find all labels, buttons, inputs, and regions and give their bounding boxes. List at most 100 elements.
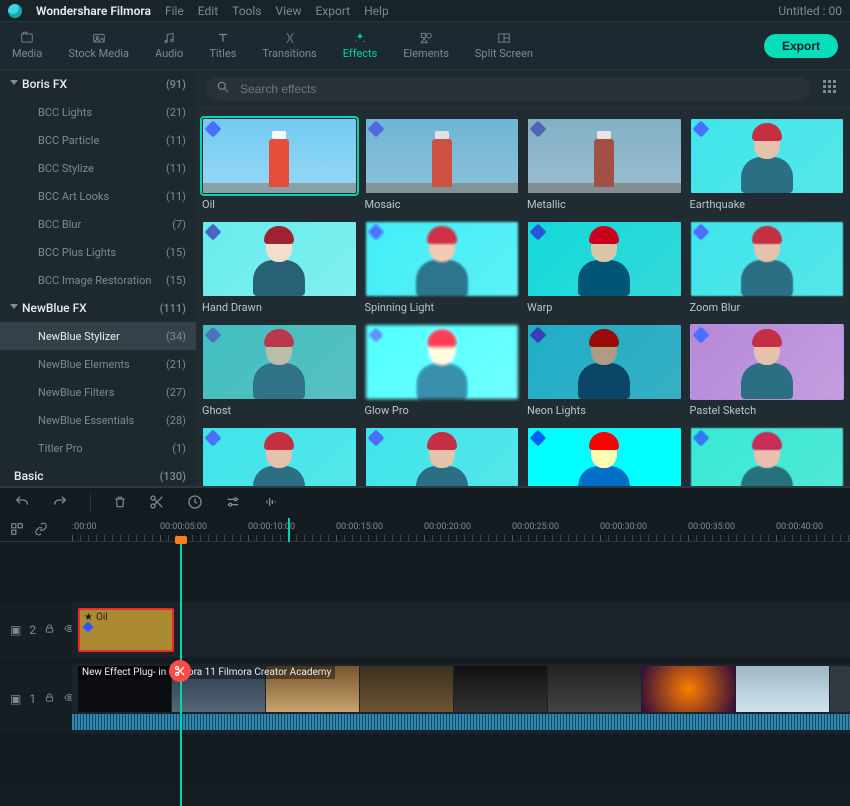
category-count: (91) (166, 78, 186, 91)
split-icon[interactable] (149, 494, 165, 513)
menu-view[interactable]: View (276, 4, 302, 18)
undo-icon[interactable] (14, 494, 30, 513)
sidebar-item-count: (21) (166, 106, 186, 119)
effect-thumbnail (202, 221, 357, 297)
effect-thumbnail (365, 324, 520, 400)
tab-transitions[interactable]: Transitions (262, 31, 316, 60)
effect-card-earthquake[interactable]: Earthquake (690, 118, 845, 211)
sidebar-item-newblue-elements[interactable]: NewBlue Elements(21) (0, 350, 196, 378)
ruler[interactable]: :00:0000:00:05:0000:00:10:0000:00:15:000… (72, 518, 850, 542)
tab-label: Stock Media (68, 47, 129, 60)
divider (90, 494, 91, 512)
lock-icon[interactable] (44, 623, 55, 637)
ruler-left-tools (0, 518, 72, 542)
effect-card-unnamed[interactable] (690, 427, 845, 486)
menu-tools[interactable]: Tools (232, 4, 261, 18)
sidebar-item-newblue-stylizer[interactable]: NewBlue Stylizer(34) (0, 322, 196, 350)
effect-card-warp[interactable]: Warp (527, 221, 682, 314)
effect-card-neon-lights[interactable]: Neon Lights (527, 324, 682, 417)
tab-stock-media[interactable]: Stock Media (68, 31, 129, 60)
menu-export[interactable]: Export (315, 4, 350, 18)
effect-card-spinning-light[interactable]: Spinning Light (365, 221, 520, 314)
speed-icon[interactable] (187, 494, 203, 513)
fx-clip-oil[interactable]: ★Oil (78, 608, 174, 652)
sidebar-item-bcc-particle[interactable]: BCC Particle(11) (0, 126, 196, 154)
sidebar-item-label: BCC Art Looks (38, 190, 109, 203)
delete-icon[interactable] (113, 494, 127, 513)
effect-card-unnamed[interactable] (527, 427, 682, 486)
effect-card-mosaic[interactable]: Mosaic (365, 118, 520, 211)
sidebar-item-titler-pro[interactable]: Titler Pro(1) (0, 434, 196, 462)
playhead-cap-icon[interactable] (175, 536, 187, 544)
tracks-area[interactable]: ➘ ▣ 2 ★Oil ▣ 1 (0, 542, 850, 782)
category-boris-fx[interactable]: Boris FX(91) (0, 70, 196, 98)
effect-card-ghost[interactable]: Ghost (202, 324, 357, 417)
effect-label: Hand Drawn (202, 301, 357, 314)
effect-card-unnamed[interactable] (202, 427, 357, 486)
view-grid-icon[interactable] (820, 77, 840, 100)
sidebar-item-newblue-essentials[interactable]: NewBlue Essentials(28) (0, 406, 196, 434)
effect-card-metallic[interactable]: Metallic (527, 118, 682, 211)
effect-card-unnamed[interactable] (365, 427, 520, 486)
menu-file[interactable]: File (165, 4, 184, 18)
category-label: Basic (14, 469, 44, 483)
track-fx-header[interactable]: ▣ 2 (0, 602, 72, 658)
effect-label: Spinning Light (365, 301, 520, 314)
sidebar-item-label: BCC Plus Lights (38, 246, 116, 259)
category-basic[interactable]: Basic(130) (0, 462, 196, 486)
search-field[interactable] (206, 77, 810, 101)
tab-effects[interactable]: Effects (343, 31, 378, 60)
ruler-tick: 00:00:40:00 (776, 522, 823, 532)
effects-sidebar[interactable]: Boris FX(91)BCC Lights(21)BCC Particle(1… (0, 70, 196, 486)
adjust-icon[interactable] (225, 494, 241, 513)
sidebar-item-bcc-blur[interactable]: BCC Blur(7) (0, 210, 196, 238)
effects-content: Oil Mosaic MetallicEarthquake Hand Drawn Spi… (196, 70, 850, 486)
search-row (196, 70, 850, 108)
sidebar-item-bcc-plus-lights[interactable]: BCC Plus Lights(15) (0, 238, 196, 266)
track-video-type-icon: ▣ (10, 692, 21, 706)
effect-thumbnail (527, 118, 682, 194)
lock-icon[interactable] (44, 692, 55, 706)
scissors-icon[interactable] (169, 660, 191, 682)
tab-split-screen[interactable]: Split Screen (475, 31, 533, 60)
track-fx-type-icon: ▣ (10, 623, 21, 637)
tab-label: Titles (209, 47, 236, 60)
effect-card-hand-drawn[interactable]: Hand Drawn (202, 221, 357, 314)
category-newblue-fx[interactable]: NewBlue FX(111) (0, 294, 196, 322)
effects-grid-scroll[interactable]: Oil Mosaic MetallicEarthquake Hand Drawn Spi… (196, 108, 850, 486)
sidebar-item-count: (34) (166, 330, 186, 343)
effect-card-zoom-blur[interactable]: Zoom Blur (690, 221, 845, 314)
export-button[interactable]: Export (764, 34, 838, 58)
tab-elements[interactable]: Elements (403, 31, 449, 60)
link-icon[interactable] (34, 522, 48, 539)
tab-media[interactable]: Media (12, 31, 42, 60)
sidebar-item-bcc-art-looks[interactable]: BCC Art Looks(11) (0, 182, 196, 210)
fx-clip-label: Oil (96, 612, 108, 623)
effect-thumbnail (527, 324, 682, 400)
track-fx-body[interactable]: ★Oil (72, 602, 850, 658)
effect-label: Mosaic (365, 198, 520, 211)
search-input[interactable] (238, 81, 800, 97)
redo-icon[interactable] (52, 494, 68, 513)
menu-help[interactable]: Help (364, 4, 389, 18)
effect-card-pastel-sketch[interactable]: Pastel Sketch (690, 324, 845, 417)
video-clip[interactable]: New Effect Plug- in Filmora 11 Filmora C… (78, 666, 850, 712)
ruler-tick: 00:00:25:00 (512, 522, 559, 532)
effect-card-glow-pro[interactable]: Glow Pro (365, 324, 520, 417)
tab-audio[interactable]: Audio (155, 31, 183, 60)
sidebar-item-bcc-lights[interactable]: BCC Lights(21) (0, 98, 196, 126)
tab-label: Media (12, 47, 42, 60)
tab-titles[interactable]: Titles (209, 31, 236, 60)
ruler-tick: 00:00:30:00 (600, 522, 647, 532)
effect-thumbnail (690, 118, 845, 194)
sidebar-item-newblue-filters[interactable]: NewBlue Filters(27) (0, 378, 196, 406)
track-video-header[interactable]: ▣ 1 (0, 664, 72, 734)
track-manager-icon[interactable] (10, 522, 24, 539)
effect-card-oil[interactable]: Oil (202, 118, 357, 211)
sidebar-item-count: (7) (172, 218, 186, 231)
track-fx: ▣ 2 ★Oil (0, 602, 850, 658)
sidebar-item-bcc-stylize[interactable]: BCC Stylize(11) (0, 154, 196, 182)
audio-adjust-icon[interactable] (263, 494, 279, 513)
menu-edit[interactable]: Edit (198, 4, 218, 18)
sidebar-item-bcc-image-restoration[interactable]: BCC Image Restoration(15) (0, 266, 196, 294)
